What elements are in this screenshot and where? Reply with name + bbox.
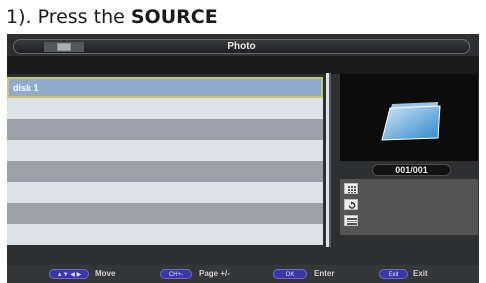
- list-item[interactable]: [7, 161, 323, 182]
- folder-icon: [381, 102, 441, 141]
- footer-bar: ▲▼ ◀ ▶ Move CH+- Page +/- OK Enter Exit …: [7, 265, 479, 283]
- instruction-prefix: 1). Press the: [6, 6, 131, 28]
- list-item-disk[interactable]: disk 1: [7, 77, 323, 98]
- page-hint: Page +/-: [199, 269, 230, 278]
- enter-hint: Enter: [314, 269, 335, 278]
- move-key-badge: ▲▼ ◀ ▶: [49, 269, 89, 279]
- photo-counter: 001/001: [372, 164, 451, 176]
- instruction-text: 1). Press the SOURCE: [6, 4, 218, 30]
- header-band: [7, 56, 479, 74]
- grid-icon[interactable]: [344, 183, 358, 194]
- window-title: Photo: [227, 41, 256, 52]
- list-item[interactable]: [7, 119, 323, 140]
- info-panel: [340, 179, 478, 235]
- channel-key-badge: CH+-: [160, 269, 192, 279]
- list-item[interactable]: [7, 98, 323, 119]
- exit-hint: Exit: [413, 269, 428, 278]
- list-item[interactable]: [7, 182, 323, 203]
- list-item[interactable]: [7, 203, 323, 224]
- exit-key-badge: Exit: [379, 269, 408, 279]
- rotate-icon[interactable]: [344, 199, 358, 210]
- list-icon[interactable]: [344, 215, 358, 226]
- preview-panel: [340, 74, 478, 161]
- move-hint: Move: [95, 269, 116, 278]
- title-bar: Photo: [13, 39, 470, 54]
- list-item[interactable]: [7, 224, 323, 245]
- tv-menu-screen: Photo disk 1 001/001 ▲▼ ◀ ▶ Move CH+- Pa…: [7, 34, 479, 283]
- instruction-key: SOURCE: [130, 6, 218, 28]
- file-list: disk 1: [7, 77, 323, 246]
- ok-key-badge: OK: [273, 269, 307, 279]
- list-item[interactable]: [7, 140, 323, 161]
- scrollbar-shadow: [329, 73, 331, 247]
